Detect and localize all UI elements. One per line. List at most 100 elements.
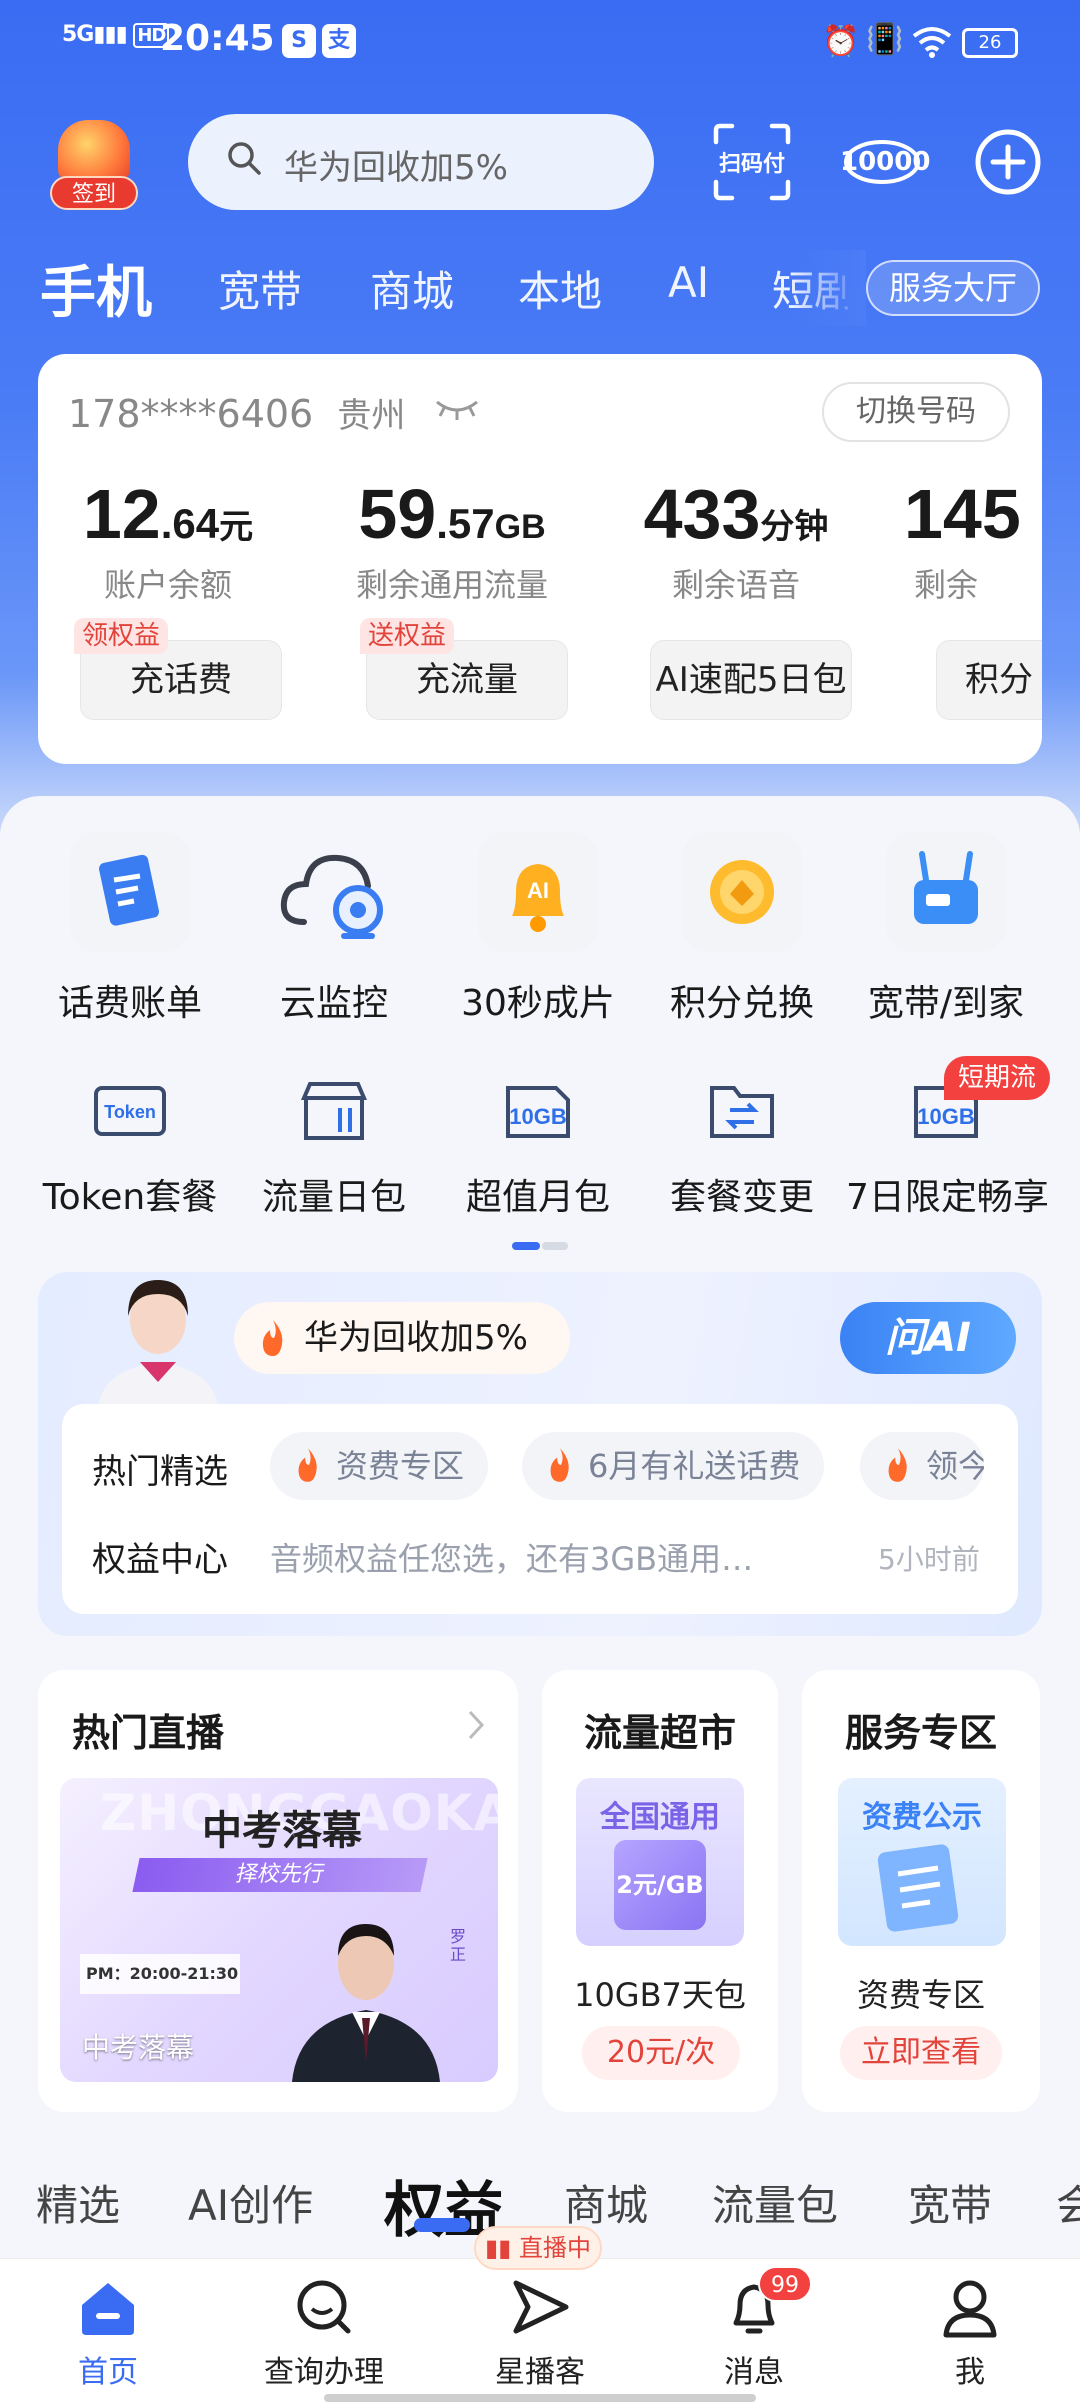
data-pack-name: 10GB7天包	[574, 1976, 746, 2014]
tag-get-rights: 领权益	[74, 618, 169, 654]
router-icon	[886, 832, 1006, 952]
tab-broadband[interactable]: 宽带	[218, 258, 302, 319]
message-count-badge: 99	[758, 2266, 812, 2302]
signal-indicator: 5G▮▮▮ HD	[62, 22, 170, 48]
grid-item-cloud-monitor[interactable]: 云监控	[234, 832, 434, 1026]
live-now-pill[interactable]: ▮▮ 直播中	[474, 2226, 602, 2270]
wifi-icon	[912, 27, 952, 58]
ai-promo-pill[interactable]: 华为回收加5%	[234, 1302, 570, 1374]
nationwide-text: 全国通用	[600, 1800, 720, 1835]
tabbar-label: 星播客	[495, 2355, 585, 2390]
data-market-card[interactable]: 流量超市 全国通用 2元/GB 10GB7天包 20元/次	[542, 1670, 778, 2112]
phone-number-row: 178****6406 贵州	[68, 388, 405, 437]
chip-tariff-zone[interactable]: 资费专区	[270, 1432, 489, 1500]
grid-item-token-plan[interactable]: Token Token套餐	[30, 1076, 230, 1220]
svg-text:Token: Token	[104, 1102, 156, 1122]
home-icon	[76, 2275, 140, 2339]
grid-label: 超值月包	[465, 1177, 610, 1218]
eye-closed-icon[interactable]	[434, 394, 480, 424]
tab-fade	[790, 250, 866, 326]
feed-tab-more[interactable]: 会	[1056, 2172, 1080, 2233]
metric-voice[interactable]: 433分钟 剩余语音	[606, 474, 866, 606]
grid-item-daily-data[interactable]: 流量日包	[234, 1076, 434, 1220]
points-button[interactable]: 积分	[936, 640, 1042, 720]
feed-tab-indicator	[414, 2218, 470, 2232]
metric-points[interactable]: 145 剩余	[890, 474, 1042, 606]
alipay-icon: 支	[322, 24, 356, 58]
page-indicator	[512, 1242, 568, 1250]
service-hall-button[interactable]: 服务大厅	[866, 260, 1040, 316]
tabbar-label: 我	[955, 2355, 985, 2390]
cloud-camera-icon	[274, 832, 394, 952]
chip-june-gift[interactable]: 6月有礼送话费	[522, 1432, 825, 1500]
service-zone-card[interactable]: 服务专区 资费公示 资费专区 立即查看	[802, 1670, 1040, 2112]
tabbar-label: 消息	[724, 2355, 784, 2390]
search-circle-icon	[292, 2275, 356, 2339]
feed-tab-featured[interactable]: 精选	[36, 2172, 120, 2233]
live-banner[interactable]: ZHONGGAOKAO 中考落幕 择校先行 PM：20:00-21:30 罗正 …	[60, 1778, 498, 2082]
tabbar-label: 查询办理	[264, 2355, 384, 2390]
tabbar-me[interactable]: 我	[880, 2275, 1060, 2391]
grid-item-bill[interactable]: 话费账单	[30, 832, 230, 1026]
data-pack-price[interactable]: 20元/次	[582, 2026, 740, 2080]
short-term-badge: 短期流	[944, 1056, 1051, 1100]
fire-icon	[298, 1448, 317, 1482]
hotline-label: 10000	[840, 147, 931, 177]
view-now-button[interactable]: 立即查看	[840, 2026, 1002, 2080]
switch-number-button[interactable]: 切换号码	[822, 382, 1010, 442]
feed-tab-ai-create[interactable]: AI创作	[188, 2172, 313, 2233]
tabbar-star-podcast[interactable]: 星播客	[450, 2275, 630, 2391]
add-button[interactable]	[966, 120, 1050, 204]
service-item-name: 资费专区	[856, 1976, 985, 2014]
plus-circle-icon	[975, 129, 1041, 195]
rights-center-text[interactable]: 音频权益任您选，还有3GB通用…	[270, 1534, 753, 1580]
swap-folder-icon	[698, 1076, 786, 1146]
chip-collect[interactable]: 领今	[860, 1432, 984, 1500]
tab-ai[interactable]: AI	[668, 258, 709, 307]
points-coin-icon	[682, 832, 802, 952]
tab-local[interactable]: 本地	[518, 258, 602, 319]
grid-label: 7日限定畅享	[846, 1177, 1049, 1218]
tab-phone[interactable]: 手机	[40, 248, 152, 329]
scan-pay-button[interactable]: 扫码付	[710, 120, 794, 204]
home-indicator[interactable]	[324, 2394, 756, 2402]
tabbar-messages[interactable]: 消息	[664, 2275, 844, 2391]
rights-center-label: 权益中心	[92, 1540, 228, 1580]
ask-ai-button[interactable]: 问AI	[840, 1302, 1016, 1374]
feed-tab-broadband[interactable]: 宽带	[908, 2172, 992, 2233]
feed-tab-data-pack[interactable]: 流量包	[712, 2172, 838, 2233]
tab-mall[interactable]: 商城	[370, 258, 454, 319]
tag-gift-rights: 送权益	[360, 618, 455, 654]
search-placeholder: 华为回收加5%	[284, 148, 508, 188]
hot-live-title: 热门直播	[72, 1711, 225, 1755]
fire-icon	[550, 1448, 569, 1482]
grid-item-plan-change[interactable]: 套餐变更	[642, 1076, 842, 1220]
data-daily-icon	[290, 1076, 378, 1146]
svg-text:AI: AI	[527, 878, 549, 903]
grid-item-monthly-pack[interactable]: 10GB 超值月包	[438, 1076, 638, 1220]
feed-tab-mall[interactable]: 商城	[564, 2172, 648, 2233]
banner-time: PM：20:00-21:30	[80, 1954, 240, 1994]
ai-quick-pack-button[interactable]: AI速配5日包	[650, 640, 852, 720]
tabbar-query[interactable]: 查询办理	[234, 2275, 414, 2391]
metric-caption: 剩余通用流量	[355, 566, 548, 604]
metric-data[interactable]: 59.57GB 剩余通用流量	[322, 474, 582, 606]
token-icon: Token	[86, 1076, 174, 1146]
metric-balance[interactable]: 12.64元 账户余额	[38, 474, 298, 606]
grid-item-30s-video[interactable]: AI 30秒成片	[438, 832, 638, 1026]
hotline-button[interactable]: 10000	[840, 120, 931, 204]
sign-in-button[interactable]: 签到	[46, 120, 142, 210]
grid-label: 套餐变更	[669, 1177, 814, 1218]
metric-caption: 账户余额	[103, 566, 232, 604]
grid-item-broadband-home[interactable]: 宽带/到家	[846, 832, 1046, 1026]
tabbar-home[interactable]: 首页	[18, 2275, 198, 2391]
search-input[interactable]: 华为回收加5%	[188, 114, 654, 210]
grid-label: 流量日包	[261, 1177, 406, 1218]
grid-label: 宽带/到家	[867, 983, 1025, 1024]
bill-icon	[70, 832, 190, 952]
data-market-image: 全国通用 2元/GB	[576, 1778, 744, 1946]
banner-subtitle: 择校先行	[132, 1858, 428, 1892]
tabbar-label: 首页	[78, 2355, 138, 2390]
clock: 20:45	[160, 18, 275, 59]
grid-item-points-exchange[interactable]: 积分兑换	[642, 832, 842, 1026]
